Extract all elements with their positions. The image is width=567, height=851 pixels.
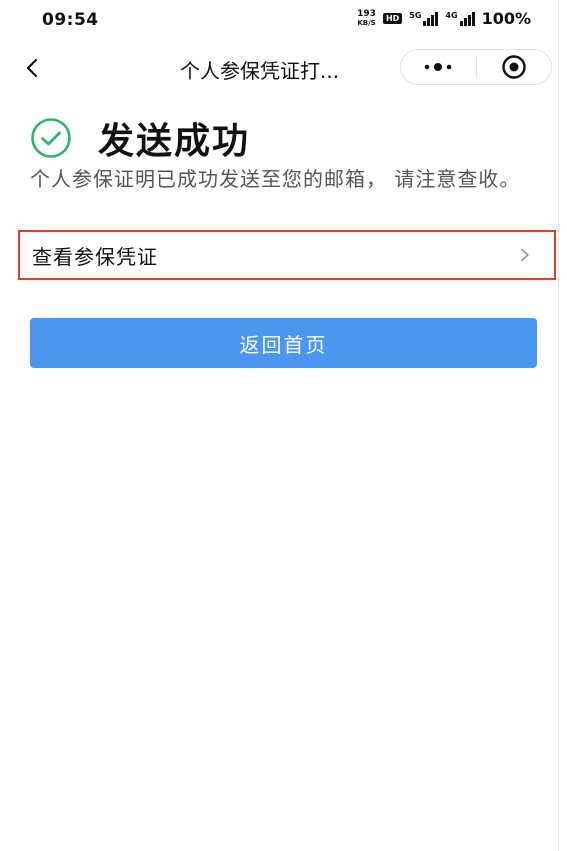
hd-badge: HD bbox=[382, 13, 403, 24]
more-dots-icon bbox=[424, 63, 452, 71]
network-speed: 193 KB/S bbox=[357, 8, 376, 28]
more-options-button[interactable] bbox=[401, 50, 476, 84]
chevron-right-icon bbox=[521, 248, 529, 262]
nav-bar: 个人参保凭证打... bbox=[0, 44, 567, 92]
network-speed-value: 193 bbox=[357, 8, 376, 19]
signal-5g-icon: 5G bbox=[409, 10, 439, 26]
mini-program-capsule bbox=[400, 49, 552, 85]
success-description: 个人参保证明已成功发送至您的邮箱， 请注意查收。 bbox=[30, 167, 521, 191]
close-mini-program-button[interactable] bbox=[477, 50, 552, 84]
check-circle-icon bbox=[31, 118, 71, 158]
signal-4g-icon: 4G bbox=[445, 10, 475, 26]
success-title: 发送成功 bbox=[98, 121, 251, 162]
view-voucher-label: 查看参保凭证 bbox=[32, 244, 158, 269]
status-indicators: 193 KB/S HD 5G 4G 100% bbox=[357, 9, 531, 28]
chevron-left-icon bbox=[26, 58, 38, 78]
scrollbar-edge bbox=[558, 0, 559, 851]
status-time: 09:54 bbox=[42, 10, 99, 30]
status-bar: 09:54 193 KB/S HD 5G 4G 100% bbox=[0, 0, 567, 44]
back-button[interactable] bbox=[16, 52, 48, 84]
target-close-icon bbox=[502, 55, 526, 79]
success-header: 发送成功 bbox=[30, 112, 250, 164]
signal-5g-label: 5G bbox=[409, 10, 422, 20]
signal-4g-label: 4G bbox=[445, 10, 458, 20]
return-home-button[interactable]: 返回首页 bbox=[30, 318, 537, 368]
view-voucher-button[interactable]: 查看参保凭证 bbox=[18, 230, 556, 280]
network-speed-unit: KB/S bbox=[357, 18, 376, 27]
page-title: 个人参保凭证打... bbox=[180, 59, 340, 83]
battery-level: 100% bbox=[481, 9, 531, 28]
